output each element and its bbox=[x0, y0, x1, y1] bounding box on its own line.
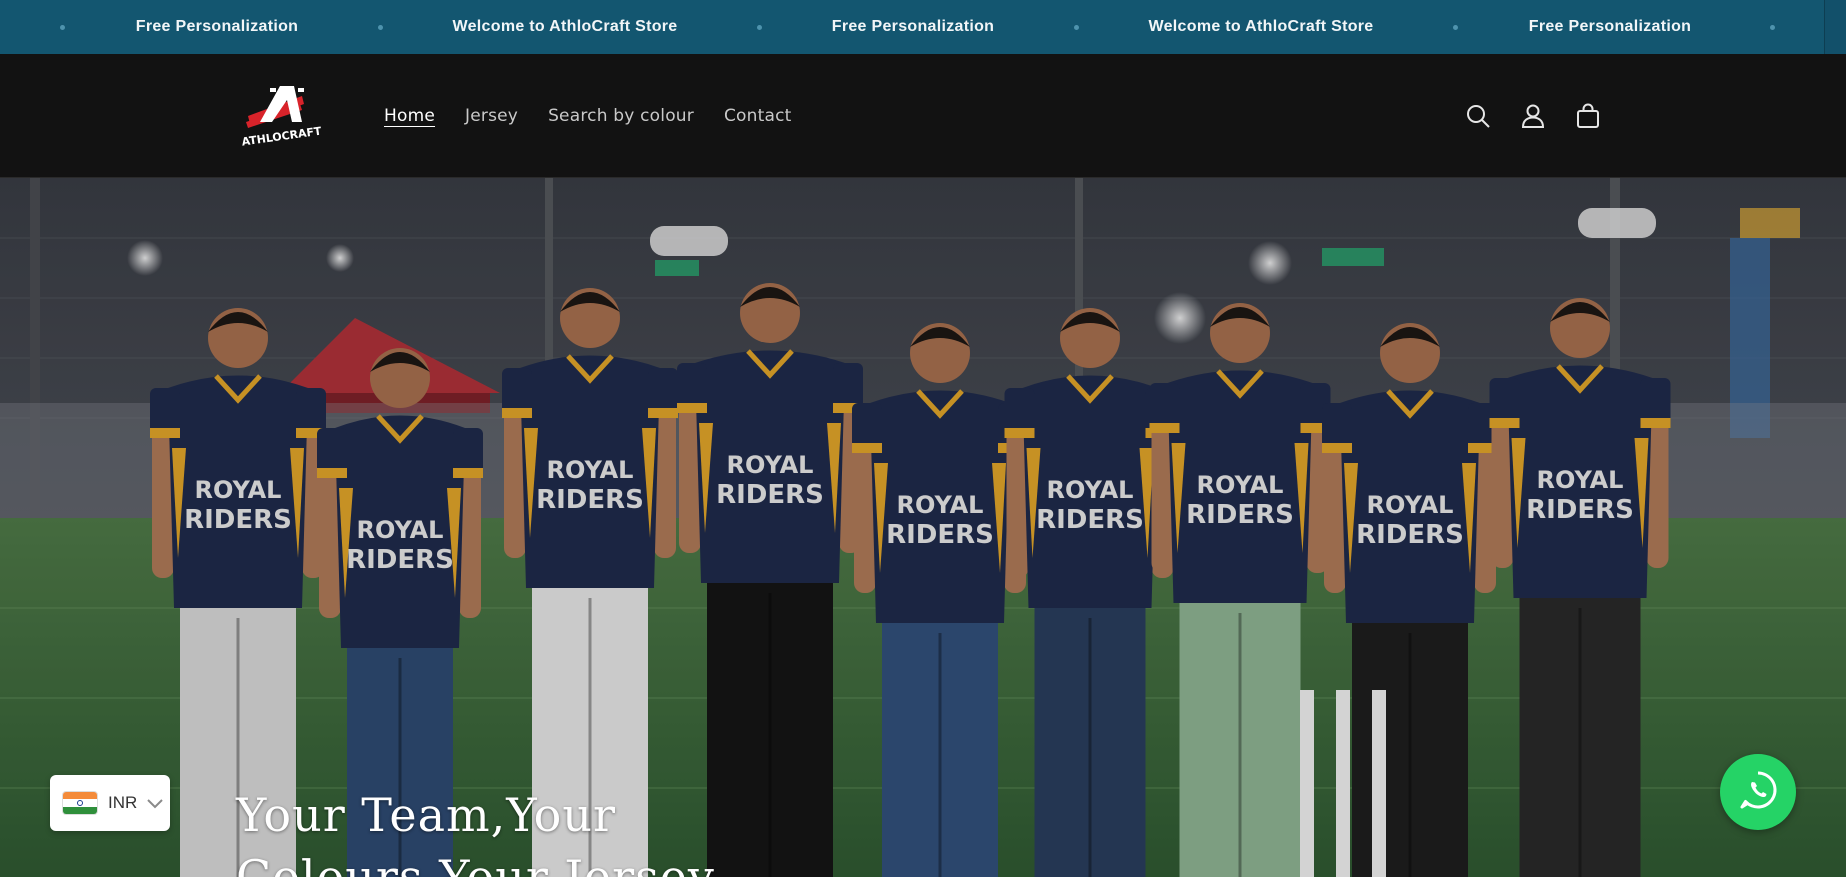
nav-link-search-by-colour[interactable]: Search by colour bbox=[548, 106, 694, 126]
main-nav: Home Jersey Search by colour Contact bbox=[384, 54, 822, 178]
separator-dot-icon bbox=[378, 25, 383, 30]
chevron-down-icon bbox=[147, 794, 163, 813]
announcement-item: Free Personalization bbox=[1528, 18, 1692, 35]
search-icon[interactable] bbox=[1462, 100, 1494, 132]
nav-link-contact[interactable]: Contact bbox=[724, 106, 792, 126]
nav-link-home[interactable]: Home bbox=[384, 106, 435, 126]
header-icons bbox=[1462, 100, 1627, 132]
site-header: ATHLOCRAFT Home Jersey Search by colour … bbox=[0, 54, 1846, 178]
hero-banner: ROYAL RIDERS ROYAL RIDERS ROYAL RIDERS ROYAL RI… bbox=[0, 178, 1846, 877]
account-icon[interactable] bbox=[1517, 100, 1549, 132]
announcement-item: Free Personalization bbox=[831, 18, 995, 35]
announcement-track: Free Personalization Welcome to AthloCra… bbox=[0, 0, 1846, 54]
india-flag-icon bbox=[62, 791, 98, 815]
hero-title: Your Team,Your Colours,Your Jersey bbox=[236, 788, 715, 877]
announcement-item: Welcome to AthloCraft Store bbox=[452, 18, 678, 35]
nav-link-jersey[interactable]: Jersey bbox=[465, 106, 518, 126]
scrollbar[interactable] bbox=[1824, 0, 1846, 54]
announcement-bar: Free Personalization Welcome to AthloCra… bbox=[0, 0, 1846, 54]
separator-dot-icon bbox=[757, 25, 762, 30]
whatsapp-button[interactable] bbox=[1720, 754, 1796, 830]
currency-code: INR bbox=[108, 793, 138, 812]
separator-dot-icon bbox=[1770, 25, 1775, 30]
currency-selector[interactable]: INR bbox=[50, 775, 170, 831]
separator-dot-icon bbox=[1453, 25, 1458, 30]
team-photo: ROYALRIDERS ROYALRIDERSROYALRIDERSROYALRI… bbox=[0, 178, 1846, 877]
announcement-item: Welcome to AthloCraft Store bbox=[1148, 18, 1374, 35]
logo-text: ATHLOCRAFT bbox=[242, 124, 322, 146]
whatsapp-icon bbox=[1737, 769, 1779, 815]
announcement-item: Free Personalization bbox=[135, 18, 299, 35]
separator-dot-icon bbox=[60, 25, 65, 30]
athlocraft-logo[interactable]: ATHLOCRAFT bbox=[241, 82, 323, 149]
cart-icon[interactable] bbox=[1572, 100, 1604, 132]
separator-dot-icon bbox=[1074, 25, 1079, 30]
